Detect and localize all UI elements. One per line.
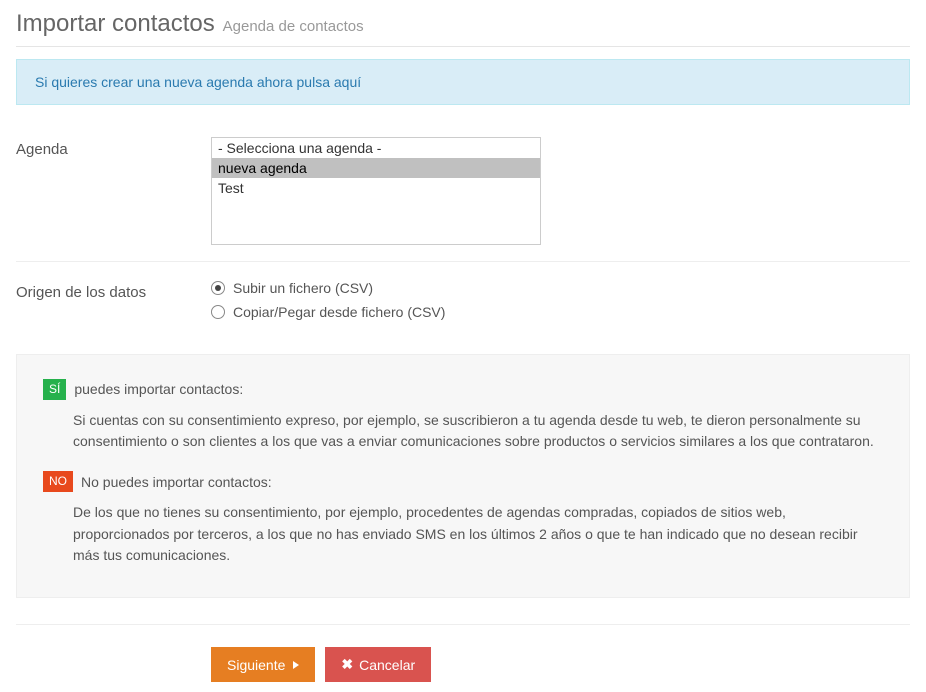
- origin-radio-item[interactable]: Copiar/Pegar desde fichero (CSV): [211, 304, 551, 320]
- next-button[interactable]: Siguiente: [211, 647, 315, 682]
- consent-yes-header: SÍ puedes importar contactos:: [43, 379, 883, 400]
- consent-yes-title: puedes importar contactos:: [74, 381, 243, 397]
- chevron-right-icon: [293, 661, 299, 669]
- origin-radio-item[interactable]: Subir un fichero (CSV): [211, 280, 551, 296]
- close-icon: ✖: [341, 656, 353, 673]
- agenda-label: Agenda: [16, 137, 211, 158]
- agenda-option[interactable]: nueva agenda: [212, 158, 540, 178]
- create-agenda-link[interactable]: Si quieres crear una nueva agenda ahora …: [35, 74, 361, 90]
- origin-radio-group: Subir un fichero (CSV) Copiar/Pegar desde…: [211, 280, 551, 320]
- button-row-wrap: Siguiente ✖ Cancelar: [16, 624, 910, 682]
- agenda-option[interactable]: - Selecciona una agenda -: [212, 138, 540, 158]
- consent-yes-body: Si cuentas con su consentimiento expreso…: [73, 410, 883, 453]
- cancel-button-label: Cancelar: [359, 657, 415, 673]
- badge-yes: SÍ: [43, 379, 66, 400]
- consent-no-title: No puedes importar contactos:: [81, 474, 272, 490]
- agenda-select[interactable]: - Selecciona una agenda -nueva agendaTes…: [211, 137, 541, 245]
- radio-icon: [211, 305, 225, 319]
- cancel-button[interactable]: ✖ Cancelar: [325, 647, 431, 682]
- origin-row: Origen de los datos Subir un fichero (CS…: [16, 270, 910, 336]
- page-title: Importar contactos: [16, 10, 215, 37]
- radio-icon: [211, 281, 225, 295]
- page-header: Importar contactos Agenda de contactos: [16, 10, 910, 47]
- consent-no-header: NO No puedes importar contactos:: [43, 471, 883, 492]
- consent-no-body: De los que no tienes su consentimiento, …: [73, 502, 883, 567]
- radio-label: Subir un fichero (CSV): [233, 280, 373, 296]
- agenda-option[interactable]: Test: [212, 178, 540, 198]
- next-button-label: Siguiente: [227, 657, 285, 673]
- badge-no: NO: [43, 471, 73, 492]
- consent-panel: SÍ puedes importar contactos: Si cuentas…: [16, 354, 910, 598]
- info-alert: Si quieres crear una nueva agenda ahora …: [16, 59, 910, 105]
- button-row: Siguiente ✖ Cancelar: [211, 647, 910, 682]
- origin-label: Origen de los datos: [16, 280, 211, 301]
- page-subtitle: Agenda de contactos: [223, 18, 364, 35]
- radio-label: Copiar/Pegar desde fichero (CSV): [233, 304, 445, 320]
- agenda-row: Agenda - Selecciona una agenda -nueva ag…: [16, 127, 910, 262]
